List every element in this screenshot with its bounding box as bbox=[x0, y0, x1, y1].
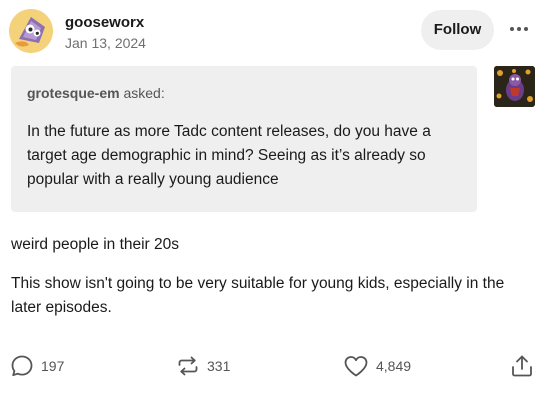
answer-paragraph: This show isn't going to be very suitabl… bbox=[11, 275, 505, 316]
speech-bubble-icon bbox=[11, 355, 33, 377]
asker-avatar-icon bbox=[494, 66, 535, 107]
reblog-button[interactable]: 331 bbox=[176, 352, 230, 380]
post-header: gooseworx Jan 13, 2024 Follow bbox=[0, 0, 548, 64]
share-button[interactable] bbox=[509, 352, 535, 380]
reply-button[interactable]: 197 bbox=[10, 352, 64, 380]
post-date[interactable]: Jan 13, 2024 bbox=[65, 35, 146, 51]
reblog-icon bbox=[178, 356, 198, 376]
like-button[interactable]: 4,849 bbox=[343, 352, 411, 380]
ask-box: grotesque-em asked: In the future as mor… bbox=[11, 66, 477, 212]
author-name[interactable]: gooseworx bbox=[65, 14, 144, 31]
asker-line: grotesque-em asked: bbox=[27, 84, 461, 102]
goose-avatar-icon bbox=[9, 9, 53, 53]
follow-button[interactable]: Follow bbox=[421, 10, 494, 50]
share-icon bbox=[512, 355, 532, 377]
reblog-count: 331 bbox=[207, 358, 231, 374]
answer-paragraph: weird people in their 20s bbox=[11, 236, 180, 253]
asked-label: asked: bbox=[123, 85, 165, 101]
ask-question: In the future as more Tadc content relea… bbox=[27, 123, 431, 188]
more-dots-icon[interactable] bbox=[505, 15, 533, 43]
heart-icon bbox=[344, 356, 368, 377]
asker-avatar[interactable] bbox=[494, 66, 535, 107]
asker-name[interactable]: grotesque-em bbox=[27, 85, 120, 101]
reply-count: 197 bbox=[41, 358, 65, 374]
author-avatar[interactable] bbox=[9, 9, 53, 53]
like-count: 4,849 bbox=[376, 358, 412, 374]
